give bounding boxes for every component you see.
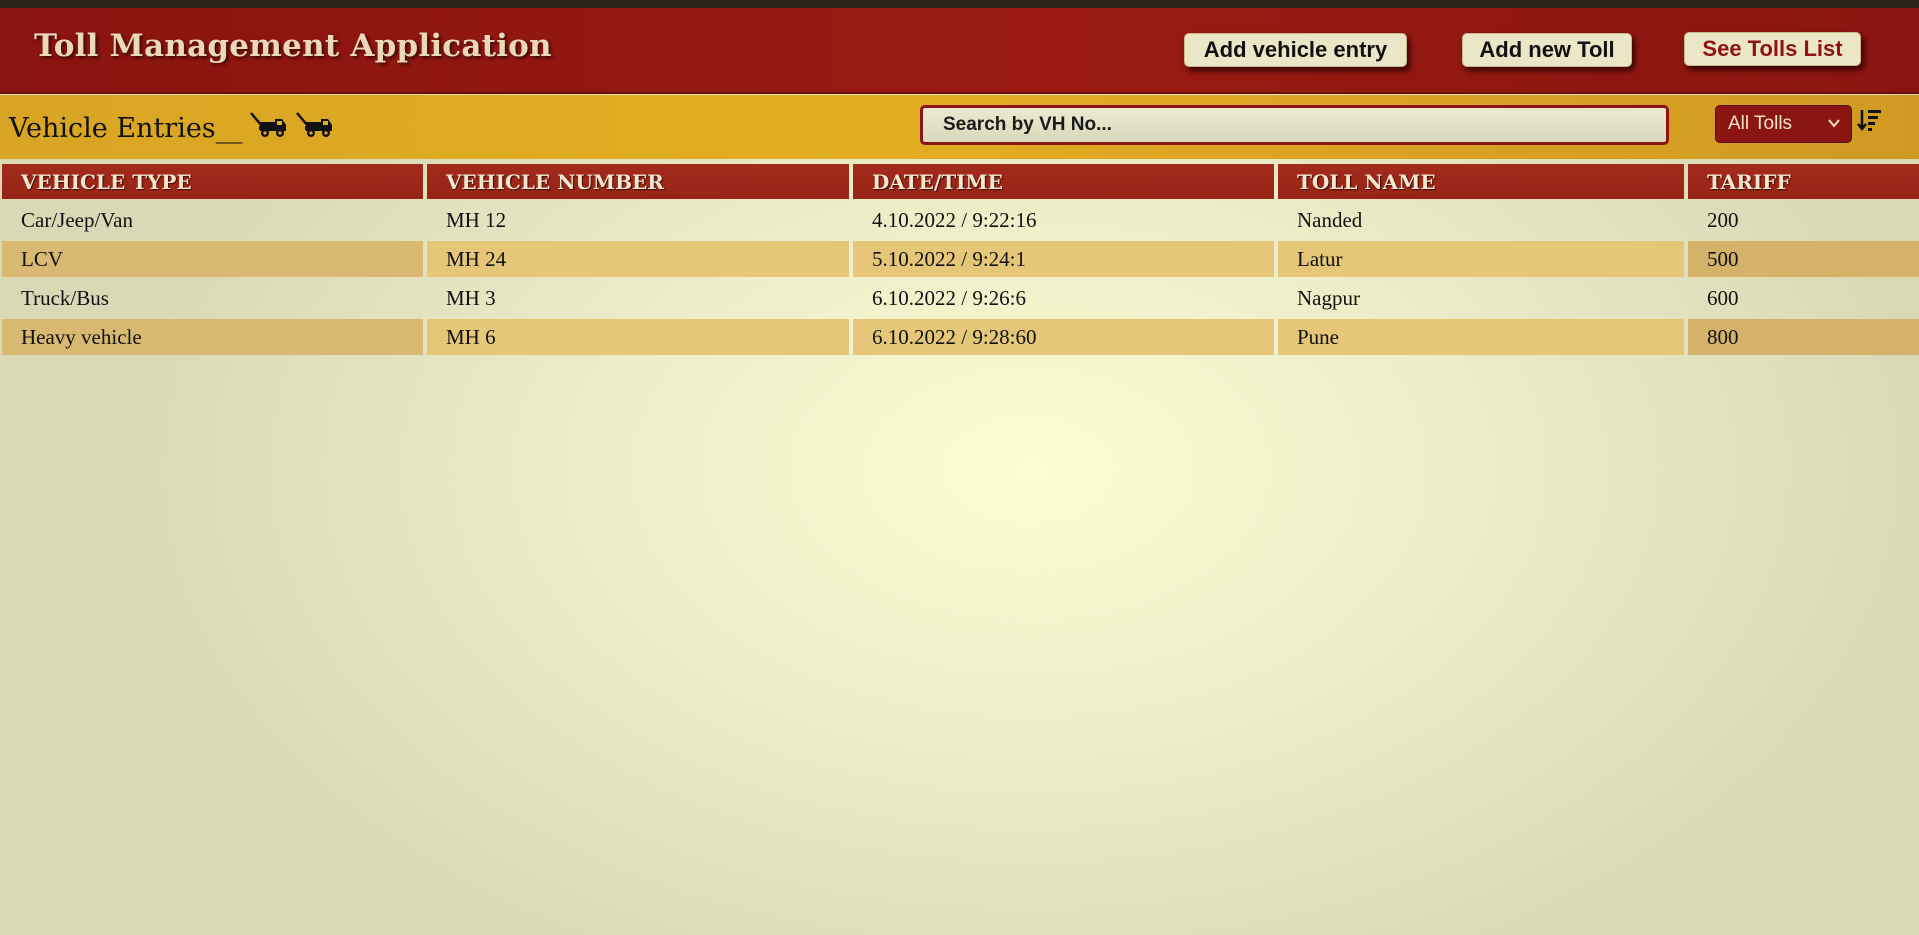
column-header-date-time[interactable]: DATE/TIME xyxy=(853,164,1274,199)
cell-date-time: 5.10.2022 / 9:24:1 xyxy=(853,241,1274,277)
vehicle-entries-table: VEHICLE TYPE VEHICLE NUMBER DATE/TIME TO… xyxy=(0,161,1919,358)
app-title: Toll Management Application xyxy=(34,28,552,64)
column-header-tariff[interactable]: TARIFF xyxy=(1688,164,1919,199)
sort-descending-icon[interactable] xyxy=(1857,107,1883,133)
section-title: Vehicle Entries__ xyxy=(9,113,243,144)
cell-tariff: 200 xyxy=(1707,207,1739,232)
cell-vehicle-type: Car/Jeep/Van xyxy=(21,207,133,232)
chevron-down-icon xyxy=(1828,119,1840,128)
column-header-vehicle-type[interactable]: VEHICLE TYPE xyxy=(2,164,423,199)
cell-date-time: 4.10.2022 / 9:22:16 xyxy=(872,207,1037,232)
cell-vehicle-number: MH 6 xyxy=(427,319,849,355)
cell-tariff: 500 xyxy=(1688,241,1919,277)
column-header-vehicle-number[interactable]: VEHICLE NUMBER xyxy=(427,164,849,199)
toll-filter-select[interactable]: All Tolls xyxy=(1715,105,1852,143)
search-vehicle-input[interactable] xyxy=(920,105,1669,145)
cell-tariff: 800 xyxy=(1688,319,1919,355)
entries-toolbar: Vehicle Entries__ All Tolls xyxy=(0,95,1919,159)
cell-tariff: 600 xyxy=(1707,285,1739,310)
cell-date-time: 6.10.2022 / 9:28:60 xyxy=(853,319,1274,355)
cell-vehicle-type: Truck/Bus xyxy=(21,285,109,310)
add-new-toll-button[interactable]: Add new Toll xyxy=(1462,33,1632,67)
window-top-strip xyxy=(0,0,1919,8)
table-row[interactable]: LCV MH 24 5.10.2022 / 9:24:1 Latur 500 xyxy=(2,241,1919,277)
table-header-row: VEHICLE TYPE VEHICLE NUMBER DATE/TIME TO… xyxy=(2,164,1919,199)
table-row[interactable]: Car/Jeep/Van MH 12 4.10.2022 / 9:22:16 N… xyxy=(2,202,1919,238)
see-tolls-list-button[interactable]: See Tolls List xyxy=(1684,32,1861,66)
cell-toll-name: Pune xyxy=(1278,319,1684,355)
cell-vehicle-type: Heavy vehicle xyxy=(2,319,423,355)
cell-vehicle-number: MH 3 xyxy=(446,285,496,310)
cell-toll-name: Latur xyxy=(1278,241,1684,277)
app-header: Toll Management Application Add vehicle … xyxy=(0,8,1919,94)
cell-vehicle-number: MH 24 xyxy=(427,241,849,277)
table-row[interactable]: Heavy vehicle MH 6 6.10.2022 / 9:28:60 P… xyxy=(2,319,1919,355)
cell-toll-name: Nanded xyxy=(1297,207,1363,232)
cell-toll-name: Nagpur xyxy=(1297,285,1360,310)
cell-vehicle-number: MH 12 xyxy=(446,207,507,232)
toll-filter-value: All Tolls xyxy=(1728,113,1793,134)
cell-date-time: 6.10.2022 / 9:26:6 xyxy=(872,285,1027,310)
tow-truck-icon xyxy=(296,112,332,137)
tow-truck-icon xyxy=(250,112,286,137)
add-vehicle-entry-button[interactable]: Add vehicle entry xyxy=(1184,33,1407,67)
cell-vehicle-type: LCV xyxy=(2,241,423,277)
column-header-toll-name[interactable]: TOLL NAME xyxy=(1278,164,1684,199)
table-row[interactable]: Truck/Bus MH 3 6.10.2022 / 9:26:6 Nagpur… xyxy=(2,280,1919,316)
